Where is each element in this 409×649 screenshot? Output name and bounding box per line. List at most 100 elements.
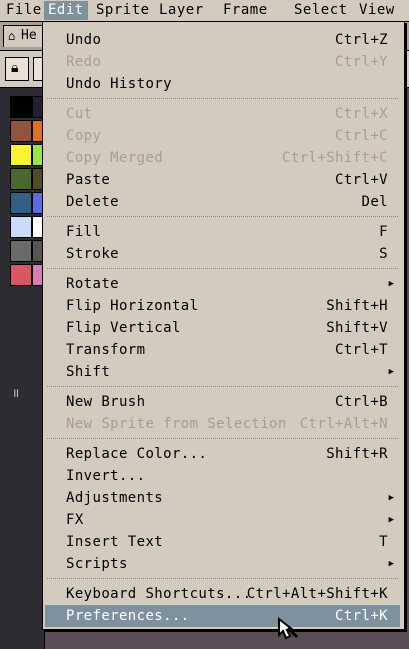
menu-bar: File Edit Sprite Layer Frame Select View [0, 0, 409, 22]
tab-home[interactable]: ⌂ He [3, 25, 43, 47]
menu-item-copy: Copy Ctrl+C [45, 125, 400, 147]
menu-item-shortcut: Ctrl+V [335, 172, 388, 188]
menu-item-new-brush[interactable]: New Brush Ctrl+B [45, 391, 400, 413]
menu-item-shortcut: F [379, 224, 388, 240]
menu-item-paste[interactable]: Paste Ctrl+V [45, 169, 400, 191]
menu-item-redo: Redo Ctrl+Y [45, 51, 400, 73]
menu-item-shortcut: Del [361, 194, 388, 210]
menu-item-replace-color[interactable]: Replace Color... Shift+R [45, 443, 400, 465]
submenu-arrow-icon: ▶ [388, 559, 394, 569]
menu-frame[interactable]: Frame [219, 1, 272, 20]
menu-item-scripts[interactable]: Scripts ▶ [45, 553, 400, 575]
menu-item-label: Preferences... [66, 608, 190, 624]
menu-item-label: Stroke [66, 246, 119, 262]
menu-item-rotate[interactable]: Rotate ▶ [45, 273, 400, 295]
menu-item-shortcut: Shift+V [326, 320, 388, 336]
menu-item-preferences[interactable]: Preferences... Ctrl+K [45, 605, 400, 627]
menu-item-label: Cut [66, 106, 93, 122]
menu-item-shortcut: Shift+H [326, 298, 388, 314]
menu-sprite[interactable]: Sprite [92, 1, 154, 20]
home-icon: ⌂ [8, 29, 16, 43]
menu-item-label: Scripts [66, 556, 128, 572]
menu-separator [47, 98, 398, 99]
menu-item-label: FX [66, 512, 84, 528]
menu-item-label: Copy [66, 128, 102, 144]
menu-item-insert-text[interactable]: Insert Text T [45, 531, 400, 553]
menu-item-shortcut: Ctrl+Shift+C [282, 150, 388, 166]
menu-item-shift[interactable]: Shift ▶ [45, 361, 400, 383]
menu-item-undo[interactable]: Undo Ctrl+Z [45, 29, 400, 51]
menu-item-shortcut: Ctrl+Alt+Shift+K [246, 586, 388, 602]
menu-separator [47, 578, 398, 579]
menu-select[interactable]: Select [290, 1, 352, 20]
tab-home-label: He [21, 28, 37, 43]
menu-item-label: Delete [66, 194, 119, 210]
menu-separator [47, 216, 398, 217]
menu-item-shortcut: Ctrl+X [335, 106, 388, 122]
menu-item-shortcut: Ctrl+T [335, 342, 388, 358]
palette-resize-handle-icon[interactable]: ॥ [12, 384, 19, 401]
menu-item-label: Keyboard Shortcuts... [66, 586, 252, 602]
menu-item-label: Undo History [66, 76, 172, 92]
menu-item-shortcut: Ctrl+Z [335, 32, 388, 48]
menu-item-shortcut: T [379, 534, 388, 550]
menu-item-shortcut: Ctrl+C [335, 128, 388, 144]
menu-item-label: New Brush [66, 394, 146, 410]
menu-item-cut: Cut Ctrl+X [45, 103, 400, 125]
menu-item-shortcut: S [379, 246, 388, 262]
color-palette: ॥ [0, 88, 54, 649]
menu-item-label: Copy Merged [66, 150, 164, 166]
menu-item-transform[interactable]: Transform Ctrl+T [45, 339, 400, 361]
menu-item-label: New Sprite from Selection [66, 416, 287, 432]
palette-swatch[interactable] [10, 144, 32, 166]
palette-swatch[interactable] [10, 120, 32, 142]
menu-layer[interactable]: Layer [155, 1, 208, 20]
menu-item-label: Transform [66, 342, 146, 358]
menu-separator [47, 386, 398, 387]
menu-separator [47, 268, 398, 269]
menu-item-flip-horizontal[interactable]: Flip Horizontal Shift+H [45, 295, 400, 317]
menu-item-label: Redo [66, 54, 102, 70]
menu-item-label: Invert... [66, 468, 146, 484]
menu-item-shortcut: Ctrl+B [335, 394, 388, 410]
menu-item-stroke[interactable]: Stroke S [45, 243, 400, 265]
palette-swatch[interactable] [10, 264, 32, 286]
menu-view[interactable]: View [355, 1, 399, 20]
menu-item-new-sprite-from-selection: New Sprite from Selection Ctrl+Alt+N [45, 413, 400, 435]
menu-item-label: Fill [66, 224, 102, 240]
palette-swatch[interactable] [10, 96, 32, 118]
menu-item-copy-merged: Copy Merged Ctrl+Shift+C [45, 147, 400, 169]
menu-item-label: Flip Vertical [66, 320, 181, 336]
menu-item-flip-vertical[interactable]: Flip Vertical Shift+V [45, 317, 400, 339]
menu-item-label: Undo [66, 32, 102, 48]
menu-item-invert[interactable]: Invert... [45, 465, 400, 487]
menu-item-label: Insert Text [66, 534, 164, 550]
menu-item-label: Replace Color... [66, 446, 208, 462]
menu-item-shortcut: Ctrl+K [335, 608, 388, 624]
menu-item-label: Shift [66, 364, 111, 380]
submenu-arrow-icon: ▶ [388, 279, 394, 289]
palette-swatch[interactable] [10, 216, 32, 238]
menu-item-shortcut: Ctrl+Alt+N [299, 416, 388, 432]
submenu-arrow-icon: ▶ [388, 515, 394, 525]
menu-item-shortcut: Ctrl+Y [335, 54, 388, 70]
menu-file[interactable]: File [2, 1, 46, 20]
lock-button[interactable]: 🔒︎ [5, 57, 29, 81]
submenu-arrow-icon: ▶ [388, 493, 394, 503]
menu-item-label: Flip Horizontal [66, 298, 199, 314]
menu-item-adjustments[interactable]: Adjustments ▶ [45, 487, 400, 509]
lock-icon: 🔒︎ [11, 60, 19, 76]
menu-item-label: Rotate [66, 276, 119, 292]
palette-swatch[interactable] [10, 168, 32, 190]
menu-edit[interactable]: Edit [44, 1, 88, 20]
menu-item-label: Paste [66, 172, 111, 188]
menu-item-undo-history[interactable]: Undo History [45, 73, 400, 95]
menu-item-keyboard-shortcuts[interactable]: Keyboard Shortcuts... Ctrl+Alt+Shift+K [45, 583, 400, 605]
palette-swatch[interactable] [10, 192, 32, 214]
menu-item-delete[interactable]: Delete Del [45, 191, 400, 213]
menu-item-fill[interactable]: Fill F [45, 221, 400, 243]
menu-item-fx[interactable]: FX ▶ [45, 509, 400, 531]
palette-swatch[interactable] [10, 240, 32, 262]
submenu-arrow-icon: ▶ [388, 367, 394, 377]
menu-item-label: Adjustments [66, 490, 164, 506]
